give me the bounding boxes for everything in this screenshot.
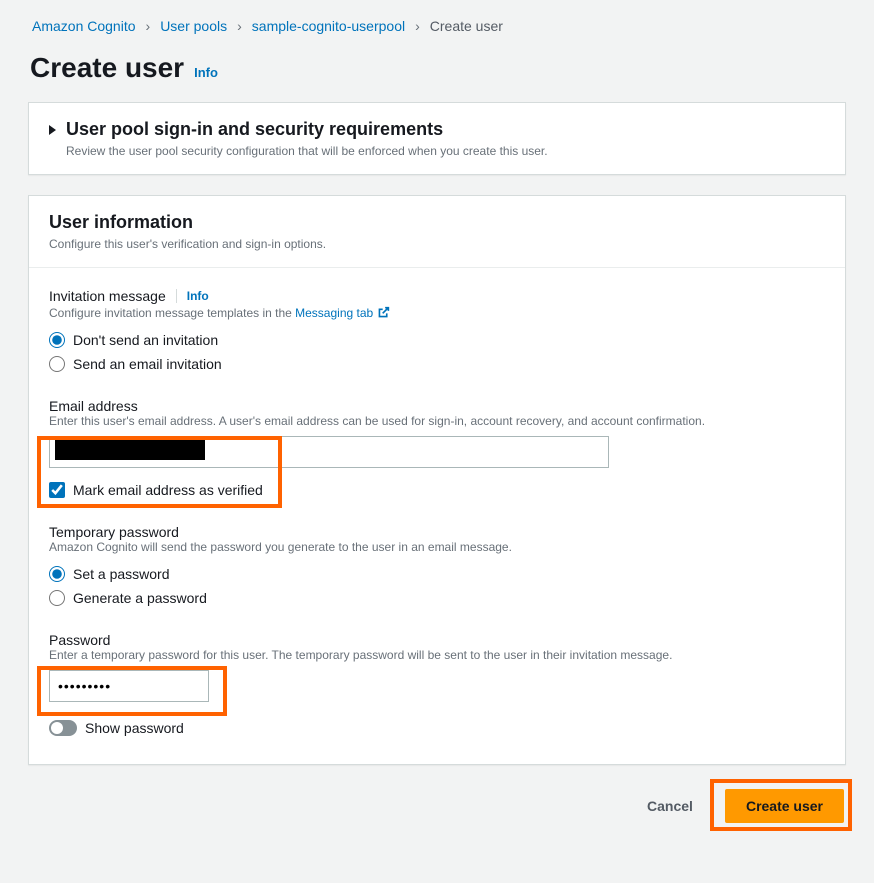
email-verified-row[interactable]: Mark email address as verified xyxy=(49,478,825,502)
breadcrumb: Amazon Cognito › User pools › sample-cog… xyxy=(28,12,846,52)
requirements-subtext: Review the user pool security configurat… xyxy=(66,144,548,158)
temp-password-desc: Amazon Cognito will send the password yo… xyxy=(49,540,825,554)
create-user-button[interactable]: Create user xyxy=(725,789,844,823)
external-link-icon xyxy=(377,306,390,319)
radio-send-email-label: Send an email invitation xyxy=(73,356,222,372)
chevron-right-icon: › xyxy=(146,18,151,34)
requirements-panel: User pool sign-in and security requireme… xyxy=(28,102,846,175)
radio-set-password-label: Set a password xyxy=(73,566,170,582)
user-info-subtext: Configure this user's verification and s… xyxy=(49,237,825,251)
password-group: Password Enter a temporary password for … xyxy=(49,632,825,740)
chevron-right-icon: › xyxy=(415,18,420,34)
radio-send-email-input[interactable] xyxy=(49,356,65,372)
invitation-desc: Configure invitation message templates i… xyxy=(49,306,825,320)
user-info-title: User information xyxy=(49,212,825,233)
password-desc: Enter a temporary password for this user… xyxy=(49,648,825,662)
redacted-overlay xyxy=(55,440,205,460)
temp-password-label: Temporary password xyxy=(49,524,825,540)
info-link[interactable]: Info xyxy=(194,65,218,80)
radio-dont-send-input[interactable] xyxy=(49,332,65,348)
radio-generate-password-input[interactable] xyxy=(49,590,65,606)
radio-dont-send[interactable]: Don't send an invitation xyxy=(49,328,825,352)
show-password-label: Show password xyxy=(85,720,184,736)
radio-generate-password[interactable]: Generate a password xyxy=(49,586,825,610)
requirements-title: User pool sign-in and security requireme… xyxy=(66,119,548,140)
user-info-panel: User information Configure this user's v… xyxy=(28,195,846,765)
show-password-toggle[interactable] xyxy=(49,720,77,736)
page-title: Create user xyxy=(30,52,184,84)
breadcrumb-current: Create user xyxy=(430,18,503,34)
messaging-tab-link[interactable]: Messaging tab xyxy=(295,306,389,320)
invitation-label: Invitation message xyxy=(49,288,166,304)
cancel-button[interactable]: Cancel xyxy=(627,789,713,823)
caret-right-icon xyxy=(49,125,56,135)
password-input[interactable] xyxy=(49,670,209,702)
email-group: Email address Enter this user's email ad… xyxy=(49,398,825,502)
password-label: Password xyxy=(49,632,825,648)
radio-dont-send-label: Don't send an invitation xyxy=(73,332,218,348)
invitation-group: Invitation message Info Configure invita… xyxy=(49,288,825,376)
breadcrumb-link-cognito[interactable]: Amazon Cognito xyxy=(32,18,136,34)
radio-set-password-input[interactable] xyxy=(49,566,65,582)
radio-send-email[interactable]: Send an email invitation xyxy=(49,352,825,376)
breadcrumb-link-userpools[interactable]: User pools xyxy=(160,18,227,34)
invitation-info-link[interactable]: Info xyxy=(187,289,209,303)
divider-icon xyxy=(176,289,177,303)
breadcrumb-link-pool[interactable]: sample-cognito-userpool xyxy=(252,18,405,34)
radio-set-password[interactable]: Set a password xyxy=(49,562,825,586)
email-label: Email address xyxy=(49,398,825,414)
requirements-expand[interactable]: User pool sign-in and security requireme… xyxy=(49,119,825,158)
email-verified-checkbox[interactable] xyxy=(49,482,65,498)
chevron-right-icon: › xyxy=(237,18,242,34)
footer-actions: Cancel Create user xyxy=(28,785,846,827)
radio-generate-password-label: Generate a password xyxy=(73,590,207,606)
email-desc: Enter this user's email address. A user'… xyxy=(49,414,825,428)
email-verified-label: Mark email address as verified xyxy=(73,482,263,498)
temp-password-group: Temporary password Amazon Cognito will s… xyxy=(49,524,825,610)
page-title-row: Create user Info xyxy=(30,52,846,84)
